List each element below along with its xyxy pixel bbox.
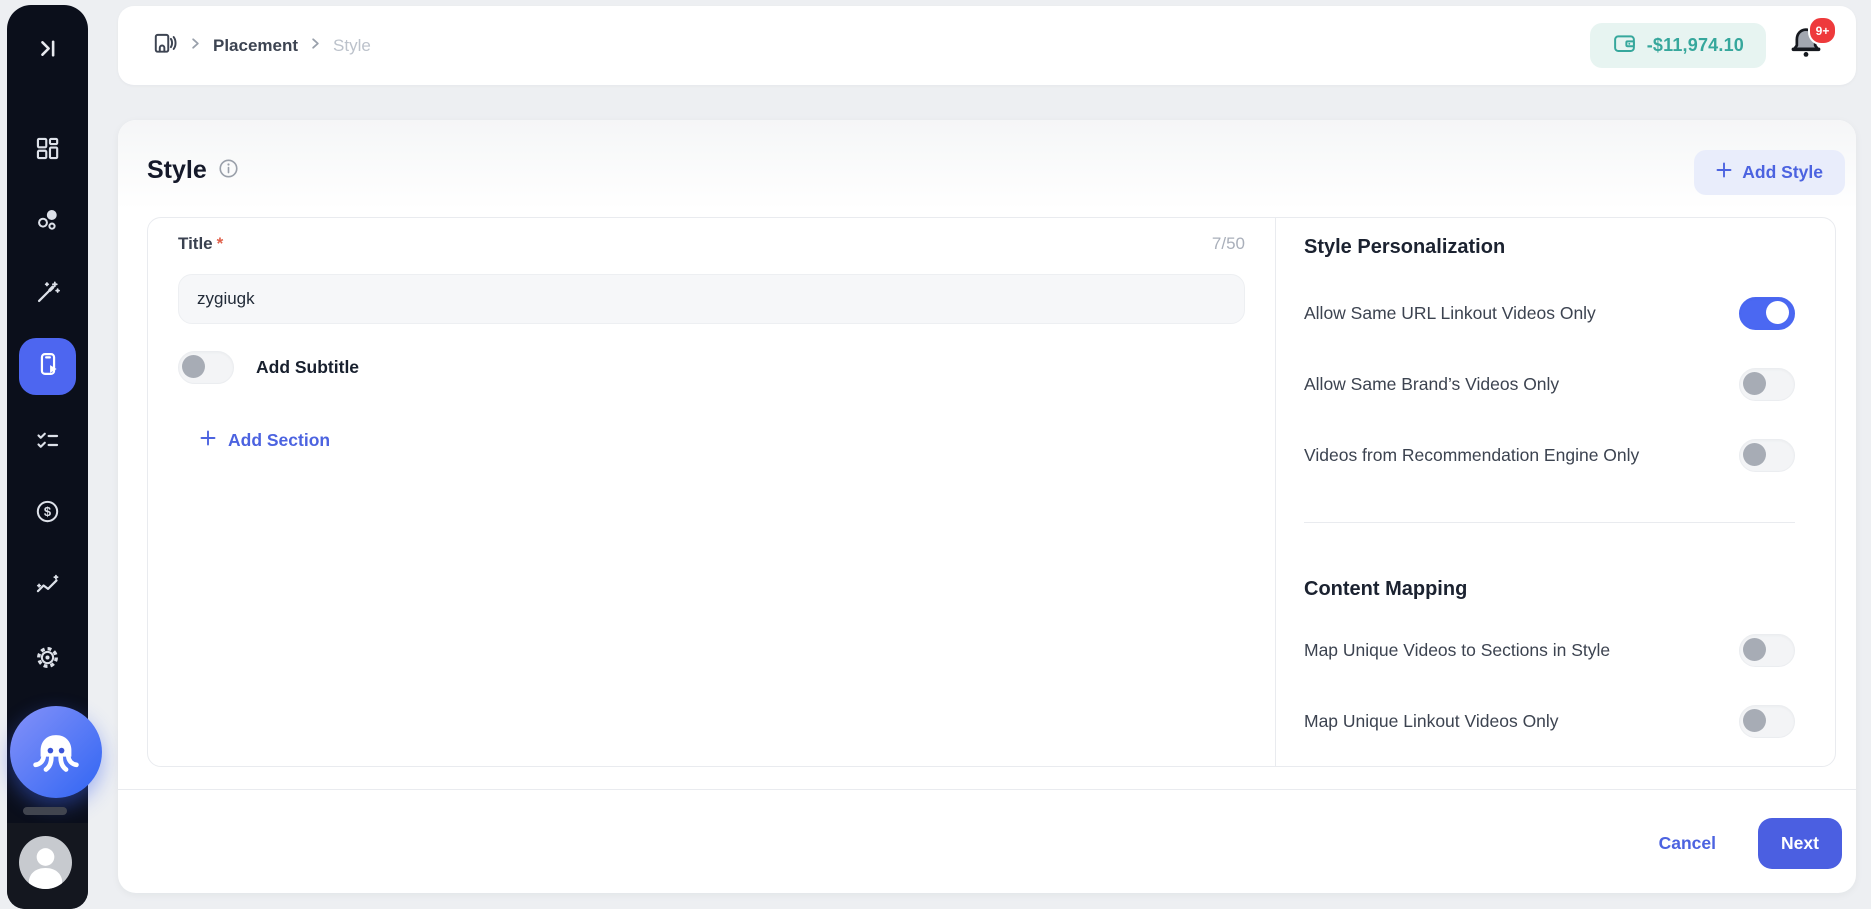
toggle-knob bbox=[1743, 638, 1766, 661]
section-divider bbox=[1304, 522, 1795, 523]
recommendation-engine-toggle[interactable] bbox=[1739, 439, 1795, 472]
toggle-row-label: Map Unique Videos to Sections in Style bbox=[1304, 640, 1610, 661]
style-personalization-heading: Style Personalization bbox=[1304, 236, 1795, 259]
home-building-icon[interactable] bbox=[152, 30, 178, 61]
toggle-row-label: Videos from Recommendation Engine Only bbox=[1304, 445, 1639, 466]
title-field-header: Title* 7/50 bbox=[178, 234, 1245, 254]
top-bar: Placement Style -$11,974.10 bbox=[118, 6, 1856, 85]
char-counter: 7/50 bbox=[1212, 234, 1245, 254]
cancel-button[interactable]: Cancel bbox=[1659, 833, 1716, 854]
toggle-row: Map Unique Videos to Sections in Style bbox=[1304, 634, 1795, 667]
breadcrumb-style: Style bbox=[333, 36, 371, 56]
plus-icon bbox=[200, 430, 216, 451]
dashboard-icon bbox=[34, 135, 61, 167]
map-unique-videos-toggle[interactable] bbox=[1739, 634, 1795, 667]
dollar-icon: $ bbox=[34, 498, 61, 530]
user-avatar[interactable] bbox=[19, 836, 72, 889]
title-input[interactable] bbox=[178, 274, 1245, 324]
balance-amount: -$11,974.10 bbox=[1647, 35, 1744, 56]
page-title: Style bbox=[147, 156, 207, 185]
toggle-row-label: Map Unique Linkout Videos Only bbox=[1304, 711, 1559, 732]
chevron-right-icon bbox=[308, 36, 323, 56]
breadcrumb-placement[interactable]: Placement bbox=[213, 36, 298, 56]
plus-icon bbox=[1716, 162, 1732, 183]
notifications-button[interactable]: 9+ bbox=[1788, 24, 1824, 67]
toggle-knob bbox=[1743, 443, 1766, 466]
map-unique-linkout-toggle[interactable] bbox=[1739, 705, 1795, 738]
notification-count-badge: 9+ bbox=[1808, 16, 1837, 45]
sidebar-item-analytics[interactable] bbox=[7, 572, 88, 604]
content-mapping-heading: Content Mapping bbox=[1304, 578, 1795, 601]
toggle-knob bbox=[1743, 709, 1766, 732]
footer-divider bbox=[118, 789, 1856, 790]
topbar-actions: -$11,974.10 9+ bbox=[1590, 23, 1838, 68]
style-card: Style Add Style T bbox=[118, 120, 1856, 893]
dollar-glyph: $ bbox=[44, 504, 51, 519]
style-form-left: Title* 7/50 Add Subtitle Add Section bbox=[148, 218, 1276, 766]
same-brand-videos-toggle[interactable] bbox=[1739, 368, 1795, 401]
bubbles-icon bbox=[34, 206, 61, 238]
add-subtitle-label: Add Subtitle bbox=[256, 357, 359, 378]
toggle-row: Allow Same Brand’s Videos Only bbox=[1304, 368, 1795, 401]
sidebar-item-checklist[interactable] bbox=[7, 427, 88, 459]
info-icon[interactable] bbox=[217, 157, 240, 185]
checklist-icon bbox=[34, 427, 61, 459]
collapse-panel-button[interactable] bbox=[7, 35, 88, 67]
style-form-right: Style Personalization Allow Same URL Lin… bbox=[1276, 218, 1835, 766]
sidebar-item-clusters[interactable] bbox=[7, 206, 88, 238]
collapse-panel-icon bbox=[34, 35, 61, 67]
sidebar-item-magic-tools[interactable] bbox=[7, 279, 88, 311]
toggle-row: Map Unique Linkout Videos Only bbox=[1304, 705, 1795, 738]
app-window: $ bbox=[0, 0, 1871, 909]
wallet-icon bbox=[1612, 31, 1637, 61]
page-title-row: Style bbox=[147, 156, 240, 185]
add-style-button[interactable]: Add Style bbox=[1694, 150, 1845, 195]
next-button[interactable]: Next bbox=[1758, 818, 1842, 869]
add-subtitle-row: Add Subtitle bbox=[178, 351, 1245, 384]
trend-icon bbox=[34, 572, 61, 604]
octopus-logo[interactable] bbox=[10, 706, 102, 798]
add-style-label: Add Style bbox=[1742, 162, 1823, 183]
settings-gear-icon bbox=[34, 644, 61, 676]
chevron-right-icon bbox=[188, 36, 203, 56]
toggle-knob bbox=[1766, 301, 1789, 324]
required-asterisk: * bbox=[217, 234, 224, 253]
add-section-button[interactable]: Add Section bbox=[200, 430, 330, 451]
phone-play-icon bbox=[34, 350, 62, 383]
sidebar-resize-handle[interactable] bbox=[23, 807, 67, 815]
breadcrumb: Placement Style bbox=[152, 30, 371, 61]
add-section-label: Add Section bbox=[228, 430, 330, 451]
add-subtitle-toggle[interactable] bbox=[178, 351, 234, 384]
footer-actions: Cancel Next bbox=[1659, 818, 1842, 869]
sidebar-item-dashboard[interactable] bbox=[7, 135, 88, 167]
toggle-knob bbox=[1743, 372, 1766, 395]
toggle-row: Videos from Recommendation Engine Only bbox=[1304, 439, 1795, 472]
toggle-row-label: Allow Same URL Linkout Videos Only bbox=[1304, 303, 1596, 324]
sidebar-item-settings[interactable] bbox=[7, 644, 88, 676]
wallet-balance[interactable]: -$11,974.10 bbox=[1590, 23, 1766, 68]
toggle-knob bbox=[182, 355, 205, 378]
toggle-row-label: Allow Same Brand’s Videos Only bbox=[1304, 374, 1559, 395]
sidebar-item-placement-active[interactable] bbox=[19, 338, 76, 395]
title-label: Title* bbox=[178, 234, 223, 254]
toggle-row: Allow Same URL Linkout Videos Only bbox=[1304, 297, 1795, 330]
same-url-linkout-toggle[interactable] bbox=[1739, 297, 1795, 330]
sidebar: $ bbox=[7, 5, 88, 909]
style-form-panel: Title* 7/50 Add Subtitle Add Section bbox=[147, 217, 1836, 767]
sidebar-item-monetization[interactable]: $ bbox=[7, 498, 88, 530]
magic-wand-icon bbox=[34, 279, 61, 311]
